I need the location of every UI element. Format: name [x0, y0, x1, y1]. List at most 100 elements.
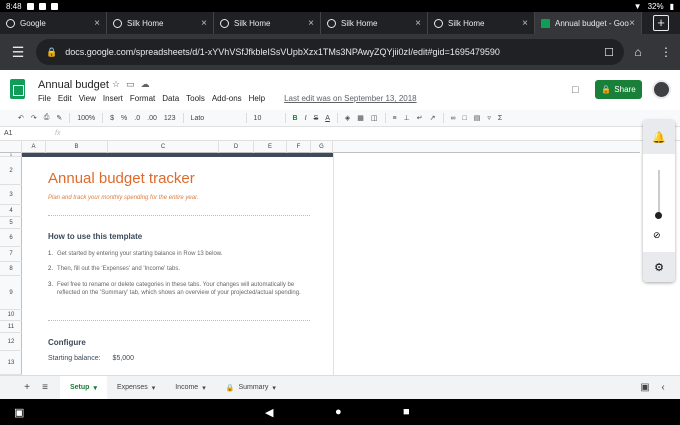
home-icon[interactable]: ●: [335, 406, 342, 418]
row-header[interactable]: 8: [0, 262, 22, 276]
chevron-left-icon[interactable]: ‹: [654, 382, 672, 393]
zoom-select[interactable]: 100%: [77, 115, 95, 122]
comments-icon[interactable]: □: [572, 84, 579, 96]
name-box[interactable]: A1: [0, 130, 45, 137]
browser-tab-annual-budget[interactable]: Annual budget - Goog ×: [535, 12, 642, 34]
new-tab-button[interactable]: +: [642, 12, 680, 34]
tab-summary[interactable]: 🔒 Summary ▾: [216, 376, 286, 400]
all-sheets-icon[interactable]: ≡: [36, 382, 54, 393]
close-tab-icon[interactable]: ×: [308, 18, 314, 29]
tab-setup[interactable]: Setup ▾: [60, 375, 107, 400]
close-tab-icon[interactable]: ×: [522, 18, 528, 29]
browser-menu-icon[interactable]: ☰: [0, 44, 36, 61]
merge-cells-icon[interactable]: ◫: [371, 114, 378, 122]
move-folder-icon[interactable]: ▭: [126, 79, 135, 90]
vertical-align-icon[interactable]: ⊥: [404, 114, 410, 122]
add-sheet-icon[interactable]: +: [18, 382, 36, 393]
column-header-c[interactable]: C: [108, 141, 219, 153]
avatar[interactable]: [652, 80, 671, 99]
column-header-d[interactable]: D: [219, 141, 254, 153]
row-header[interactable]: 12: [0, 333, 22, 351]
column-header-e[interactable]: E: [254, 141, 287, 153]
undo-icon[interactable]: ↶: [18, 114, 24, 122]
fill-color-icon[interactable]: ◈: [345, 114, 350, 122]
volume-slider[interactable]: [658, 170, 660, 218]
browser-tab-silk-home[interactable]: Silk Home ×: [214, 12, 321, 34]
tab-income[interactable]: Income ▾: [165, 376, 215, 400]
sheet-content[interactable]: Annual budget tracker Plan and track you…: [22, 153, 333, 375]
share-button[interactable]: 🔒 Share: [595, 80, 642, 99]
sheets-logo-icon[interactable]: [10, 79, 25, 99]
strikethrough-button[interactable]: S: [314, 115, 319, 122]
back-icon[interactable]: ◀: [265, 406, 273, 419]
browser-tab-google[interactable]: Google ×: [0, 12, 107, 34]
bold-button[interactable]: B: [293, 115, 298, 122]
currency-format-button[interactable]: $: [110, 115, 114, 122]
increase-decimal-button[interactable]: .00: [147, 115, 157, 122]
menu-format[interactable]: Format: [130, 94, 155, 103]
functions-icon[interactable]: Σ: [498, 115, 502, 122]
row-header[interactable]: 10: [0, 310, 22, 321]
menu-edit[interactable]: Edit: [58, 94, 72, 103]
spreadsheet-grid[interactable]: A B C D E F G 1 2 3 4 5 6 7 8 9 10 11 12…: [0, 141, 640, 375]
print-icon[interactable]: ⎙: [44, 114, 50, 122]
gear-icon[interactable]: ⚙: [643, 252, 675, 282]
home-icon[interactable]: ⌂: [624, 45, 652, 59]
menu-insert[interactable]: Insert: [103, 94, 123, 103]
tab-expenses[interactable]: Expenses ▾: [107, 376, 165, 400]
row-header[interactable]: 5: [0, 217, 22, 229]
row-header[interactable]: 11: [0, 321, 22, 333]
browser-tab-silk-home[interactable]: Silk Home ×: [321, 12, 428, 34]
volume-slider-handle[interactable]: [655, 212, 662, 219]
filter-icon[interactable]: ▿: [487, 114, 491, 122]
close-tab-icon[interactable]: ×: [629, 18, 635, 29]
more-options-icon[interactable]: ⋮: [652, 45, 680, 59]
menu-tools[interactable]: Tools: [186, 94, 205, 103]
menu-help[interactable]: Help: [249, 94, 265, 103]
close-tab-icon[interactable]: ×: [415, 18, 421, 29]
insert-chart-icon[interactable]: ▤: [474, 114, 481, 122]
menu-file[interactable]: File: [38, 94, 51, 103]
accessibility-icon[interactable]: ▣: [14, 406, 24, 419]
star-icon[interactable]: ☆: [112, 79, 120, 90]
more-formats-select[interactable]: 123: [164, 115, 176, 122]
row-header[interactable]: 7: [0, 247, 22, 262]
paint-format-icon[interactable]: ✎: [56, 114, 62, 122]
font-size-select[interactable]: 10: [254, 115, 278, 122]
decrease-decimal-button[interactable]: .0: [134, 115, 140, 122]
mute-icon[interactable]: ⊘: [653, 230, 661, 241]
menu-data[interactable]: Data: [162, 94, 179, 103]
row-header[interactable]: 9: [0, 276, 22, 310]
browser-tab-silk-home[interactable]: Silk Home ×: [428, 12, 535, 34]
borders-icon[interactable]: ▦: [357, 114, 364, 122]
insert-link-icon[interactable]: ∞: [451, 115, 456, 122]
browser-tab-silk-home[interactable]: Silk Home ×: [107, 12, 214, 34]
column-header-g[interactable]: G: [311, 141, 333, 153]
text-color-button[interactable]: A: [325, 115, 330, 122]
row-header[interactable]: 4: [0, 205, 22, 217]
font-select[interactable]: Lato: [191, 115, 239, 122]
text-wrap-icon[interactable]: ↵: [417, 114, 423, 122]
close-tab-icon[interactable]: ×: [201, 18, 207, 29]
insert-comment-icon[interactable]: □: [463, 115, 467, 122]
text-rotation-icon[interactable]: ↗: [430, 114, 436, 122]
bookmark-icon[interactable]: ☐: [604, 46, 614, 59]
row-header[interactable]: 2: [0, 157, 22, 185]
recents-icon[interactable]: ■: [403, 406, 410, 418]
menu-view[interactable]: View: [79, 94, 96, 103]
column-header-b[interactable]: B: [46, 141, 108, 153]
percent-format-button[interactable]: %: [121, 115, 127, 122]
url-field[interactable]: 🔒 docs.google.com/spreadsheets/d/1-xYVhV…: [36, 39, 624, 65]
last-edit-link[interactable]: Last edit was on September 13, 2018: [284, 94, 417, 103]
row-header[interactable]: 6: [0, 229, 22, 247]
redo-icon[interactable]: ↷: [31, 114, 37, 122]
explore-icon[interactable]: ▣: [636, 382, 654, 393]
column-header-a[interactable]: A: [22, 141, 46, 153]
row-header[interactable]: 13: [0, 351, 22, 375]
column-header-f[interactable]: F: [287, 141, 311, 153]
row-header[interactable]: 3: [0, 185, 22, 205]
close-tab-icon[interactable]: ×: [94, 18, 100, 29]
italic-button[interactable]: I: [305, 115, 307, 122]
starting-balance-value[interactable]: $5,000: [113, 355, 134, 362]
bell-icon[interactable]: 🔔: [643, 120, 675, 154]
